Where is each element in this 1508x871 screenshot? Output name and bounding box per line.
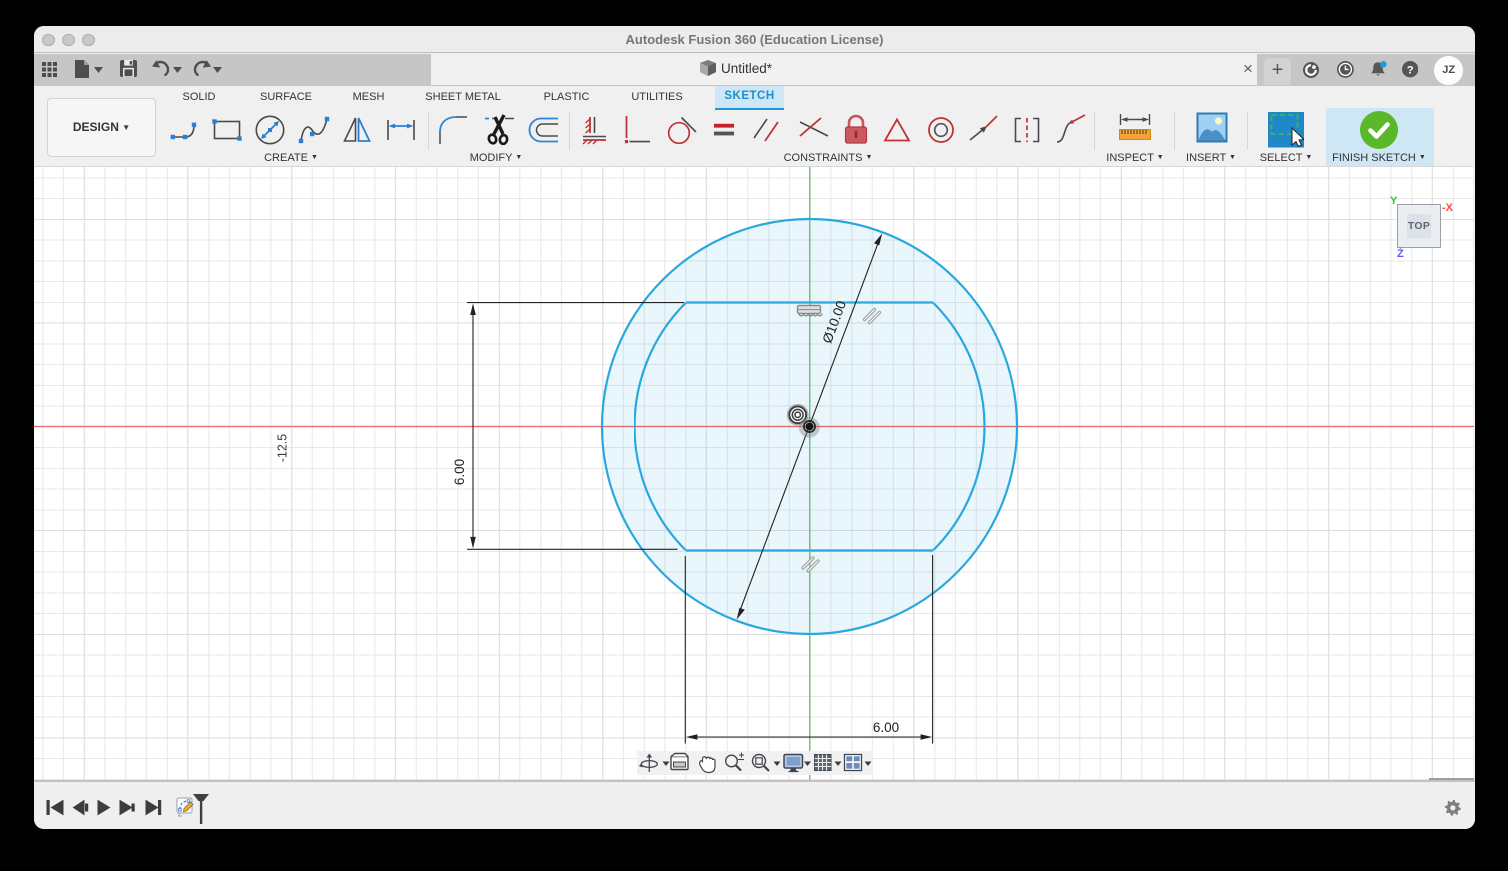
svg-text:?: ? (1407, 65, 1414, 77)
svg-text:6.00: 6.00 (452, 459, 467, 485)
svg-text:6.00: 6.00 (873, 720, 899, 735)
svg-text:-12.5: -12.5 (276, 434, 290, 463)
